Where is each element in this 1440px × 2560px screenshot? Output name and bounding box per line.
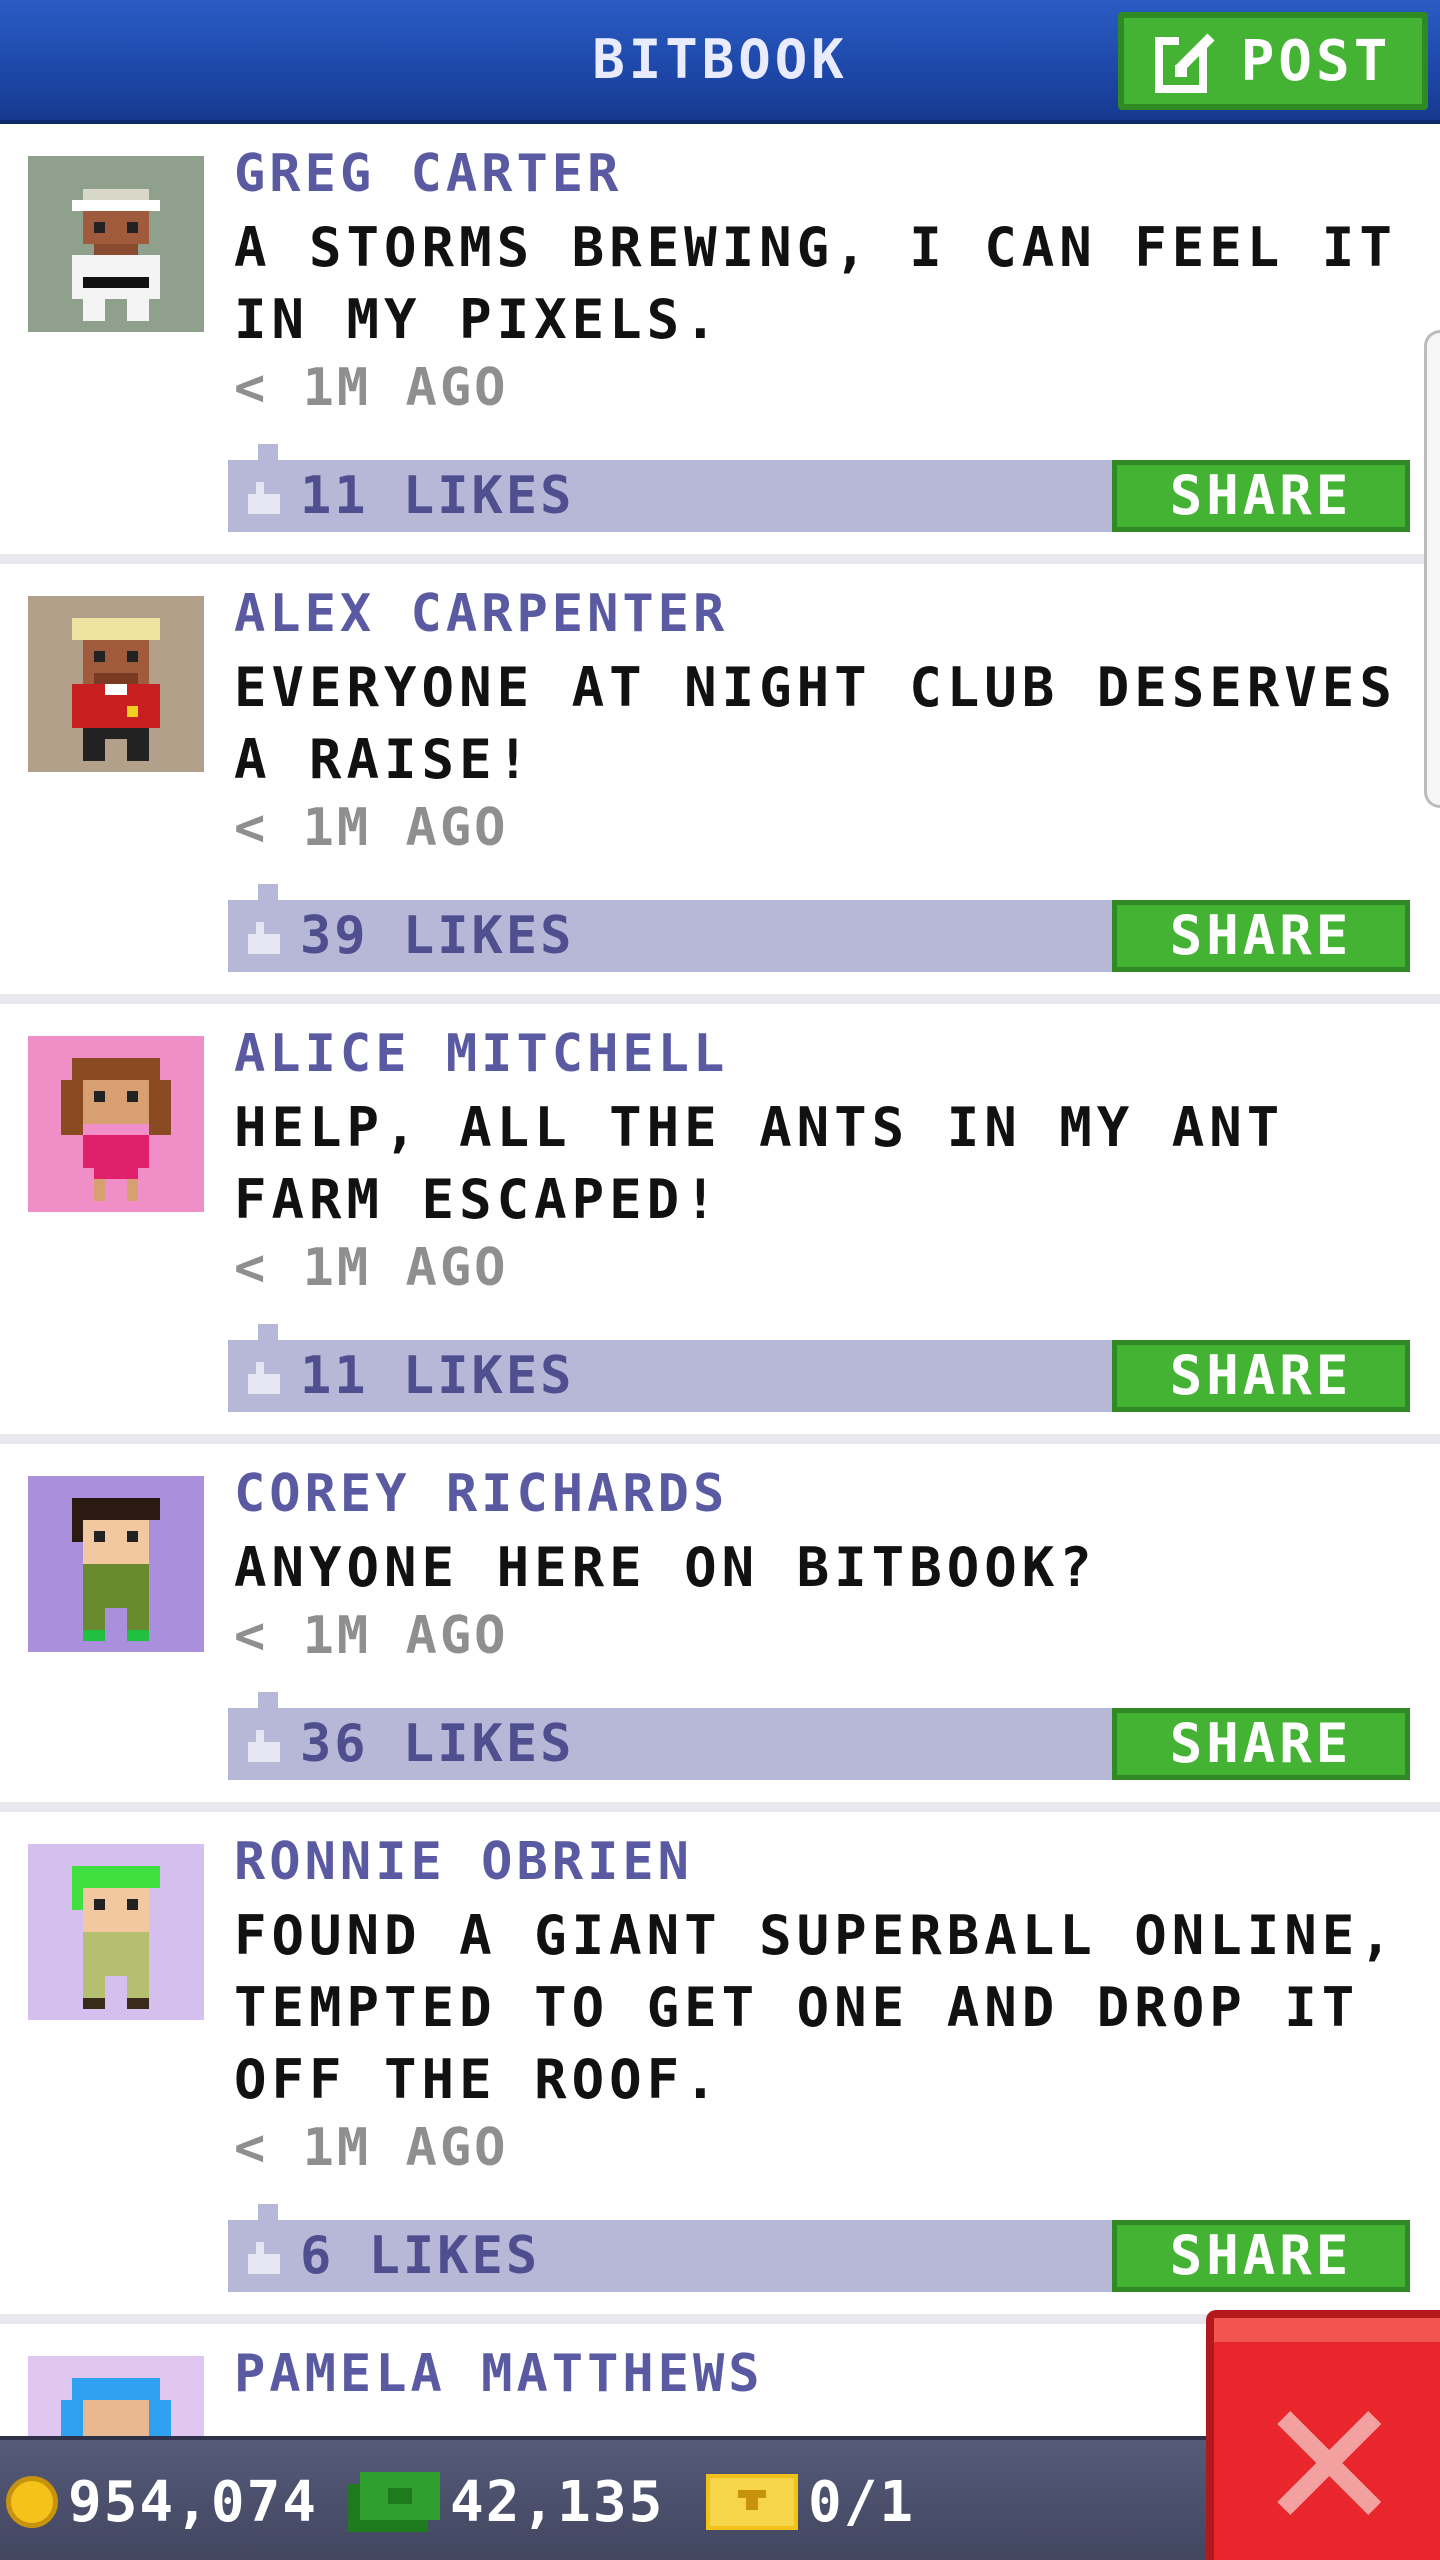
post-message: A STORMS BREWING, I CAN FEEL IT IN MY PI… <box>234 216 1397 351</box>
author-name[interactable]: ALICE MITCHELL <box>234 1024 728 1084</box>
thumbs-up-icon[interactable] <box>244 922 284 954</box>
feed-post: ALEX CARPENTER EVERYONE AT NIGHT CLUB DE… <box>0 564 1440 1004</box>
author-name[interactable]: PAMELA MATTHEWS <box>234 2344 764 2404</box>
avatar-icon <box>28 156 204 332</box>
author-name[interactable]: GREG CARTER <box>234 144 622 204</box>
cash-icon <box>348 2472 440 2532</box>
like-bar-tab <box>258 1692 278 1708</box>
coins-stat: 954,074 <box>6 2440 318 2560</box>
avatar <box>28 1036 204 1212</box>
post-message: EVERYONE AT NIGHT CLUB DESERVES A RAISE! <box>234 656 1397 791</box>
tickets-stat: 0/1 <box>706 2440 915 2560</box>
avatar <box>28 1844 204 2020</box>
avatar-icon <box>28 1476 204 1652</box>
likes-count: 11 LIKES <box>300 466 575 526</box>
close-button[interactable] <box>1206 2310 1440 2560</box>
feed-post: RONNIE OBRIEN FOUND A GIANT SUPERBALL ON… <box>0 1812 1440 2324</box>
close-icon <box>1277 2411 1381 2515</box>
thumbs-up-icon[interactable] <box>244 2242 284 2274</box>
post-divider <box>0 994 1440 1004</box>
avatar-icon <box>28 1036 204 1212</box>
post-message: FOUND A GIANT SUPERBALL ONLINE, TEMPTED … <box>234 1904 1397 2111</box>
likes-count: 6 LIKES <box>300 2226 541 2286</box>
like-bar: 11 LIKES SHARE <box>228 444 1410 532</box>
share-button[interactable]: SHARE <box>1112 2220 1410 2292</box>
post-message: ANYONE HERE ON BITBOOK? <box>234 1536 1097 1599</box>
coins-value: 954,074 <box>68 2469 319 2535</box>
coin-icon <box>6 2476 58 2528</box>
author-name[interactable]: RONNIE OBRIEN <box>234 1832 693 1892</box>
like-bar-tab <box>258 2204 278 2220</box>
author-name[interactable]: ALEX CARPENTER <box>234 584 728 644</box>
like-bar: 39 LIKES SHARE <box>228 884 1410 972</box>
likes-count: 39 LIKES <box>300 906 575 966</box>
share-button[interactable]: SHARE <box>1112 1340 1410 1412</box>
ticket-icon <box>706 2474 798 2530</box>
feed-post: COREY RICHARDS ANYONE HERE ON BITBOOK? <… <box>0 1444 1440 1812</box>
post-button-label: POST <box>1240 28 1392 94</box>
like-bar: 6 LIKES SHARE <box>228 2204 1410 2292</box>
feed-post: GREG CARTER A STORMS BREWING, I CAN FEEL… <box>0 124 1440 564</box>
likes-count: 36 LIKES <box>300 1714 575 1774</box>
post-message: HELP, ALL THE ANTS IN MY ANT FARM ESCAPE… <box>234 1096 1285 1231</box>
tickets-value: 0/1 <box>808 2469 916 2535</box>
post-time: < 1M AGO <box>234 358 509 418</box>
post-button[interactable]: POST <box>1118 12 1428 110</box>
author-name[interactable]: COREY RICHARDS <box>234 1464 728 1524</box>
bux-stat: 42,135 <box>348 2440 664 2560</box>
share-button[interactable]: SHARE <box>1112 460 1410 532</box>
feed-post: ALICE MITCHELL HELP, ALL THE ANTS IN MY … <box>0 1004 1440 1444</box>
like-bar-tab <box>258 884 278 900</box>
like-bar: 11 LIKES SHARE <box>228 1324 1410 1412</box>
like-bar-tab <box>258 1324 278 1340</box>
close-button-shine <box>1214 2318 1440 2342</box>
share-button[interactable]: SHARE <box>1112 900 1410 972</box>
avatar-icon <box>28 596 204 772</box>
like-bar: 36 LIKES SHARE <box>228 1692 1410 1780</box>
avatar <box>28 156 204 332</box>
avatar-icon <box>28 1844 204 2020</box>
likes-count: 11 LIKES <box>300 1346 575 1406</box>
thumbs-up-icon[interactable] <box>244 1730 284 1762</box>
thumbs-up-icon[interactable] <box>244 1362 284 1394</box>
post-time: < 1M AGO <box>234 1606 509 1666</box>
avatar <box>28 596 204 772</box>
post-time: < 1M AGO <box>234 1238 509 1298</box>
compose-icon <box>1154 33 1215 93</box>
scrollbar[interactable] <box>1424 330 1440 808</box>
post-time: < 1M AGO <box>234 798 509 858</box>
post-divider <box>0 1434 1440 1444</box>
app-header: BITBOOK POST <box>0 0 1440 124</box>
post-time: < 1M AGO <box>234 2118 509 2178</box>
avatar <box>28 1476 204 1652</box>
like-bar-tab <box>258 444 278 460</box>
thumbs-up-icon[interactable] <box>244 482 284 514</box>
share-button[interactable]: SHARE <box>1112 1708 1410 1780</box>
post-divider <box>0 1802 1440 1812</box>
bux-value: 42,135 <box>450 2469 665 2535</box>
post-divider <box>0 554 1440 564</box>
